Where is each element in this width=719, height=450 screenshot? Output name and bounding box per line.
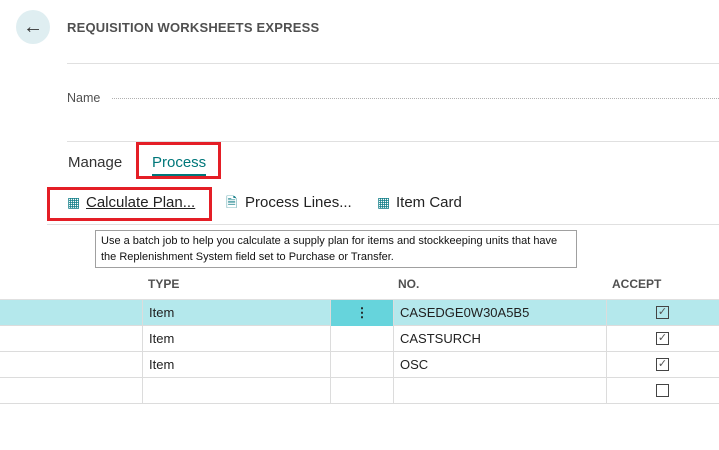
arrow-left-icon: ←: [23, 15, 43, 38]
column-header-accept[interactable]: ACCEPT: [612, 277, 661, 291]
accept-checkbox[interactable]: [656, 384, 669, 397]
accept-checkbox[interactable]: ✓: [656, 306, 669, 319]
item-card-button[interactable]: ▦ Item Card: [377, 194, 462, 211]
back-button[interactable]: ←: [16, 10, 50, 44]
column-header-type[interactable]: TYPE: [148, 277, 179, 291]
type-cell[interactable]: [142, 378, 330, 404]
tooltip: Use a batch job to help you calculate a …: [95, 230, 577, 268]
divider: [67, 63, 719, 64]
process-lines-label: Process Lines...: [245, 194, 352, 211]
no-cell[interactable]: CASTSURCH: [393, 326, 606, 352]
process-lines-button[interactable]: 🗎 Process Lines...: [226, 194, 352, 211]
table-row[interactable]: Item ⋮ CASEDGE0W30A5B5 ✓: [0, 300, 719, 326]
table-row[interactable]: [0, 378, 719, 404]
tab-manage[interactable]: Manage: [68, 154, 122, 171]
item-card-icon: ▦: [377, 194, 391, 210]
accept-cell: [606, 378, 719, 404]
accept-cell: ✓: [606, 352, 719, 378]
more-vertical-icon: ⋮: [355, 305, 369, 320]
table-row[interactable]: Item CASTSURCH ✓: [0, 326, 719, 352]
accept-cell: ✓: [606, 300, 719, 326]
name-label: Name: [67, 91, 101, 105]
divider: [47, 224, 719, 225]
no-cell[interactable]: OSC: [393, 352, 606, 378]
no-cell[interactable]: CASEDGE0W30A5B5: [393, 300, 606, 326]
highlight-box: [47, 187, 212, 221]
row-menu-cell: [330, 326, 393, 352]
table-row[interactable]: Item OSC ✓: [0, 352, 719, 378]
row-menu-cell: [330, 378, 393, 404]
accept-checkbox[interactable]: ✓: [656, 332, 669, 345]
process-lines-icon: 🗎: [226, 194, 238, 210]
accept-cell: ✓: [606, 326, 719, 352]
accept-checkbox[interactable]: ✓: [656, 358, 669, 371]
highlight-box: [136, 142, 221, 179]
column-header-no[interactable]: NO.: [398, 277, 419, 291]
row-menu-button[interactable]: ⋮: [330, 300, 393, 326]
item-card-label: Item Card: [396, 194, 462, 211]
page-title: REQUISITION WORKSHEETS EXPRESS: [67, 20, 320, 35]
name-field[interactable]: [112, 98, 719, 99]
type-cell[interactable]: Item: [142, 352, 330, 378]
row-menu-cell: [330, 352, 393, 378]
type-cell[interactable]: Item: [142, 300, 330, 326]
no-cell[interactable]: [393, 378, 606, 404]
type-cell[interactable]: Item: [142, 326, 330, 352]
